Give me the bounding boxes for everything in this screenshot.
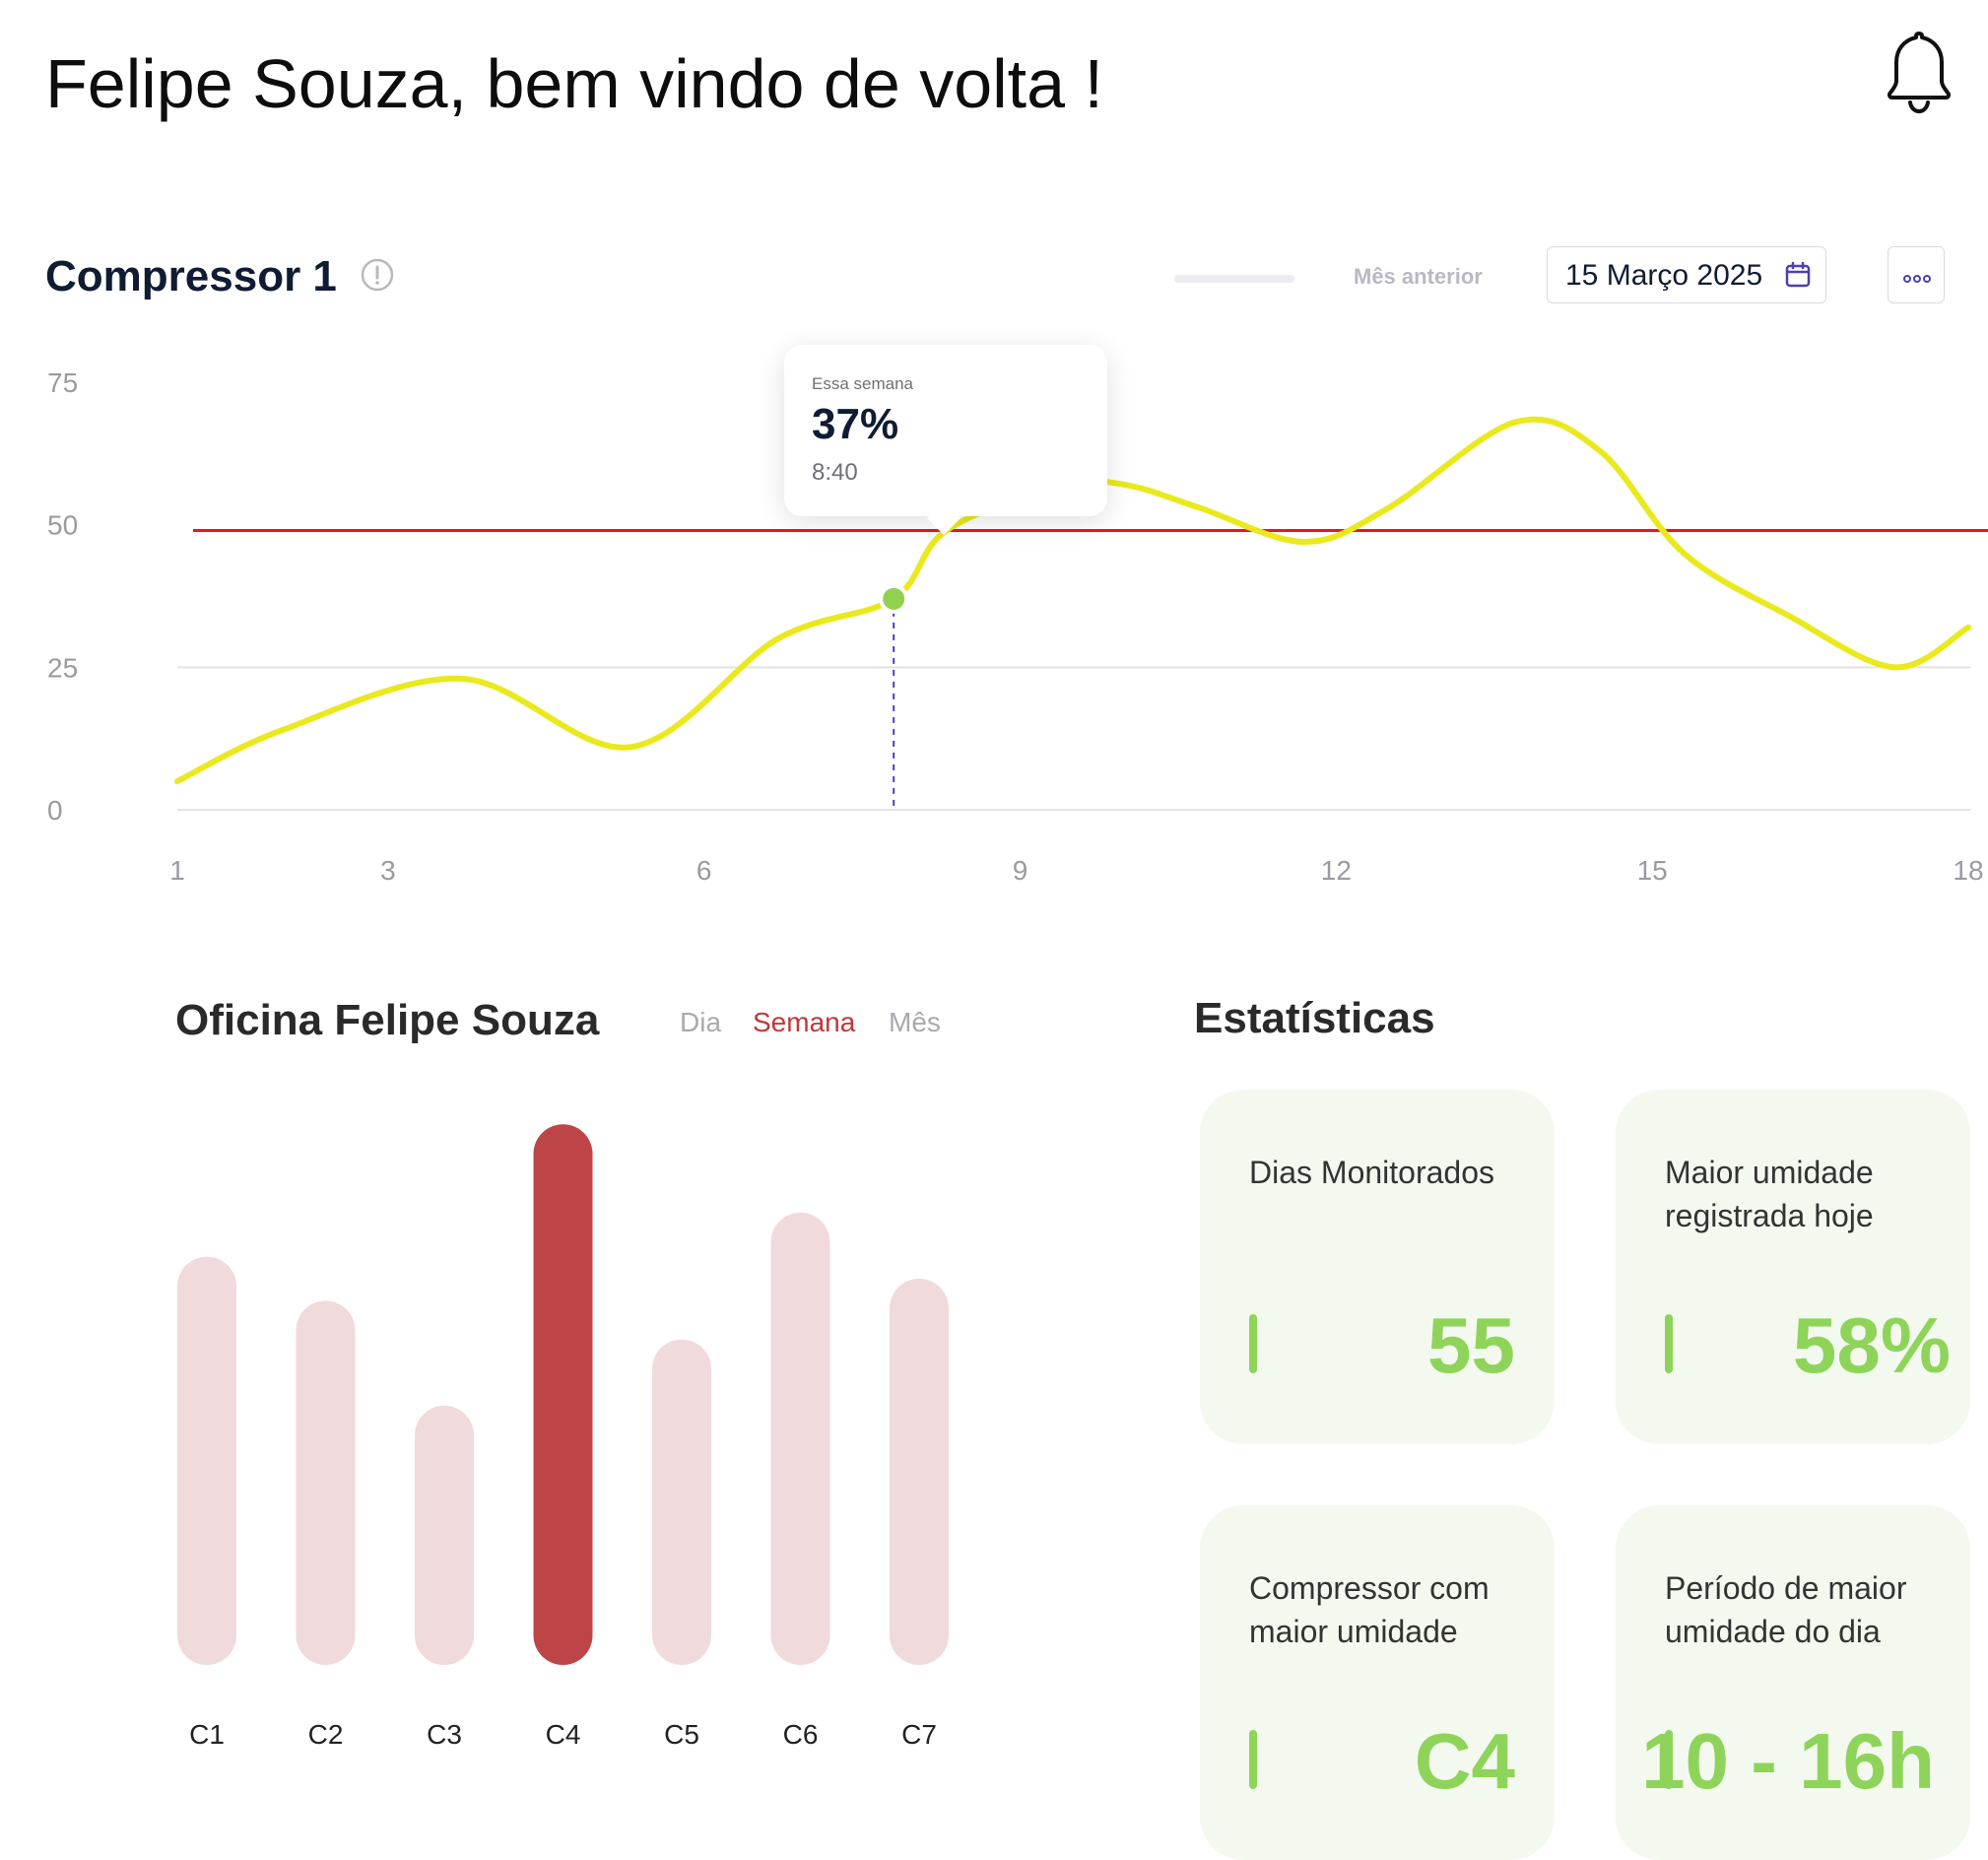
date-picker-value: 15 Março 2025 [1565, 259, 1763, 292]
stat-value: 55 [1427, 1301, 1515, 1389]
stat-card-peak-humidity-period: Período de maior umidade do dia 10 - 16h [1616, 1505, 1970, 1860]
tab-semana[interactable]: Semana [753, 1005, 855, 1040]
stat-card-days-monitored: Dias Monitorados 55 [1200, 1090, 1555, 1444]
tab-dia[interactable]: Dia [680, 1005, 721, 1040]
tooltip-time: 8:40 [812, 459, 858, 486]
info-icon[interactable] [361, 258, 394, 292]
y-tick-label: 0 [47, 795, 63, 826]
bar-c1[interactable] [177, 1256, 236, 1665]
stat-label: Maior umidade registrada hoje [1665, 1155, 1874, 1233]
legend-previous-month-line [1174, 275, 1294, 283]
stat-accent-bar [1249, 1730, 1257, 1789]
highlight-point[interactable] [883, 587, 905, 610]
bar-label: C1 [189, 1719, 225, 1750]
x-tick-label: 9 [1013, 855, 1028, 886]
x-tick-label: 1 [169, 855, 185, 886]
stat-accent-bar [1249, 1314, 1257, 1373]
bar-label: C7 [901, 1719, 937, 1750]
more-options-button[interactable] [1888, 246, 1945, 303]
bar-label: C3 [427, 1719, 462, 1750]
more-options-icon [1902, 271, 1932, 283]
tab-mes[interactable]: Mês [889, 1005, 941, 1040]
stat-label: Período de maior umidade do dia [1665, 1570, 1907, 1649]
bar-c7[interactable] [890, 1279, 949, 1665]
date-picker-button[interactable]: 15 Março 2025 [1547, 246, 1826, 303]
chart-tooltip: Essa semana 37% 8:40 [784, 345, 1107, 516]
tooltip-label: Essa semana [812, 374, 913, 393]
bar-c3[interactable] [415, 1405, 474, 1665]
stat-value: C4 [1414, 1717, 1515, 1805]
bar-label: C4 [546, 1719, 581, 1750]
workshop-title: Oficina Felipe Souza [175, 996, 600, 1044]
calendar-icon [1784, 261, 1812, 289]
y-tick-label: 25 [47, 652, 78, 683]
stat-card-max-humidity-today: Maior umidade registrada hoje 58% [1616, 1090, 1970, 1444]
stat-label: Compressor com maior umidade [1249, 1570, 1490, 1649]
legend-previous-month-label: Mês anterior [1354, 264, 1483, 289]
x-tick-label: 12 [1321, 855, 1352, 886]
tooltip-value: 37% [812, 400, 899, 448]
bar-label: C2 [308, 1719, 344, 1750]
bar-c2[interactable] [296, 1300, 356, 1665]
y-tick-label: 50 [47, 510, 78, 541]
y-tick-label: 75 [47, 367, 78, 398]
stat-card-most-humid-compressor: Compressor com maior umidade C4 [1200, 1505, 1555, 1860]
stat-label: Dias Monitorados [1249, 1155, 1494, 1190]
x-tick-label: 6 [696, 855, 712, 886]
compressor-bar-chart: C1 C2 C3 C4 C5 C6 C7 [177, 1124, 949, 1750]
stat-accent-bar [1665, 1314, 1673, 1373]
bell-icon[interactable] [1882, 28, 1956, 116]
stat-value: 58% [1792, 1301, 1951, 1389]
stats-title: Estatísticas [1194, 994, 1435, 1042]
bar-label: C5 [664, 1719, 699, 1750]
bar-c6[interactable] [770, 1212, 830, 1665]
bar-c5[interactable] [652, 1339, 711, 1665]
x-tick-label: 15 [1637, 855, 1668, 886]
x-tick-label: 3 [380, 855, 396, 886]
stat-value: 10 - 16h [1641, 1717, 1935, 1805]
bar-c4[interactable] [533, 1124, 593, 1665]
bar-label: C6 [783, 1719, 819, 1750]
page-greeting: Felipe Souza, bem vindo de volta ! [45, 45, 1103, 122]
x-tick-label: 18 [1953, 855, 1983, 886]
compressor-title: Compressor 1 [45, 252, 337, 300]
